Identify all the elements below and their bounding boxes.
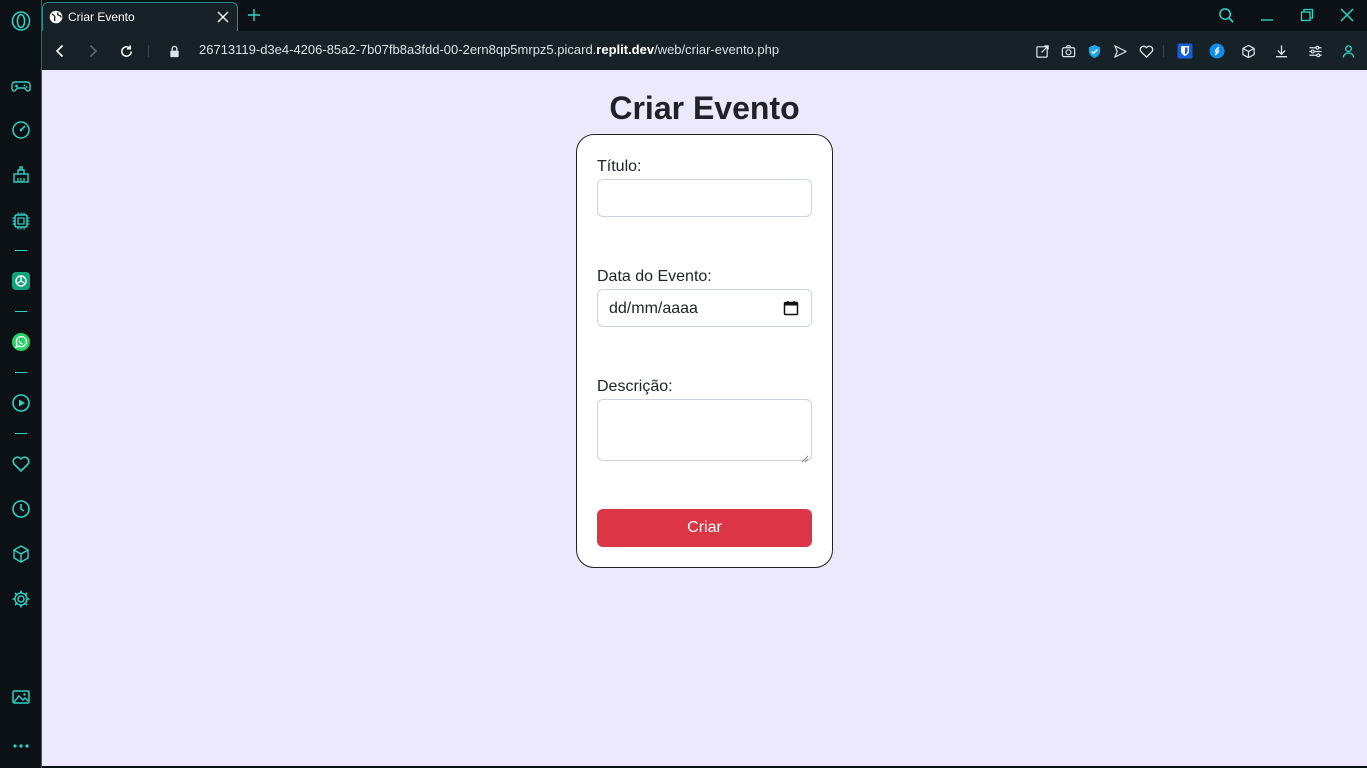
whatsapp-icon[interactable] bbox=[10, 331, 32, 353]
heart-icon[interactable] bbox=[10, 453, 32, 475]
calendar-icon[interactable] bbox=[783, 300, 799, 316]
sidebar-divider bbox=[15, 372, 27, 373]
shazam-icon[interactable] bbox=[1206, 40, 1228, 62]
tab-criar-evento[interactable]: Criar Evento bbox=[42, 2, 238, 31]
bookmark-heart-icon[interactable] bbox=[1135, 40, 1157, 62]
url-host: replit.dev bbox=[596, 42, 655, 57]
more-dots-icon[interactable] bbox=[10, 735, 32, 757]
browser-sidebar bbox=[0, 0, 42, 768]
history-clock-icon[interactable] bbox=[10, 498, 32, 520]
toolbar-divider bbox=[148, 45, 149, 57]
resize-handle-icon[interactable] bbox=[801, 450, 809, 463]
search-icon[interactable] bbox=[1214, 4, 1238, 26]
forward-arrow-icon[interactable] bbox=[82, 40, 104, 62]
settings-gear-icon[interactable] bbox=[10, 588, 32, 610]
close-tab-icon[interactable] bbox=[213, 7, 233, 27]
share-edit-icon[interactable] bbox=[1031, 40, 1053, 62]
reload-icon[interactable] bbox=[115, 40, 137, 62]
extensions-cube-icon[interactable] bbox=[1237, 40, 1259, 62]
tab-strip: Criar Evento bbox=[42, 0, 1367, 31]
tab-title: Criar Evento bbox=[68, 10, 135, 24]
back-arrow-icon[interactable] bbox=[49, 40, 71, 62]
player-icon[interactable] bbox=[10, 392, 32, 414]
image-gallery-icon[interactable] bbox=[10, 686, 32, 708]
lock-icon[interactable] bbox=[163, 40, 185, 62]
descricao-textarea[interactable] bbox=[597, 399, 812, 463]
close-window-icon[interactable] bbox=[1335, 4, 1359, 26]
chatgpt-icon[interactable] bbox=[10, 270, 32, 292]
profile-user-icon[interactable] bbox=[1337, 40, 1359, 62]
toolbar-divider bbox=[1163, 45, 1164, 57]
url-path: /web/criar-evento.php bbox=[654, 42, 780, 57]
download-icon[interactable] bbox=[1270, 40, 1292, 62]
criar-evento-form: Título: Data do Evento: dd/mm/aaaa Descr… bbox=[576, 134, 833, 568]
cube-extensions-icon[interactable] bbox=[10, 543, 32, 565]
address-bar: 26713119-d3e4-4206-85a2-7b07fb8a3fdd-00-… bbox=[42, 31, 1367, 70]
restore-window-icon[interactable] bbox=[1295, 4, 1319, 26]
minimize-icon[interactable] bbox=[1255, 4, 1279, 26]
criar-button[interactable]: Criar bbox=[597, 509, 812, 547]
globe-icon bbox=[49, 10, 63, 24]
speedometer-icon[interactable] bbox=[10, 119, 32, 141]
data-evento-input[interactable]: dd/mm/aaaa bbox=[597, 289, 812, 327]
page-viewport: Criar Evento Título: Data do Evento: dd/… bbox=[42, 70, 1367, 766]
sidebar-divider bbox=[15, 250, 27, 251]
data-evento-label: Data do Evento: bbox=[597, 268, 712, 285]
easy-setup-sliders-icon[interactable] bbox=[1304, 40, 1326, 62]
titulo-input[interactable] bbox=[597, 179, 812, 217]
sidebar-divider bbox=[15, 433, 27, 434]
date-placeholder: dd/mm/aaaa bbox=[609, 300, 698, 317]
url-field[interactable]: 26713119-d3e4-4206-85a2-7b07fb8a3fdd-00-… bbox=[199, 42, 779, 57]
new-tab-plus-icon[interactable] bbox=[244, 5, 264, 25]
shield-vpn-icon[interactable] bbox=[1083, 40, 1105, 62]
bitwarden-icon[interactable] bbox=[1174, 40, 1196, 62]
page-title: Criar Evento bbox=[609, 90, 800, 126]
broom-cleaner-icon[interactable] bbox=[10, 164, 32, 186]
descricao-label: Descrição: bbox=[597, 378, 673, 395]
camera-snapshot-icon[interactable] bbox=[1057, 40, 1079, 62]
send-icon[interactable] bbox=[1109, 40, 1131, 62]
chip-icon[interactable] bbox=[10, 210, 32, 232]
url-prefix: 26713119-d3e4-4206-85a2-7b07fb8a3fdd-00-… bbox=[199, 42, 597, 57]
opera-logo-icon[interactable] bbox=[10, 10, 32, 32]
titulo-label: Título: bbox=[597, 158, 642, 175]
gamepad-icon[interactable] bbox=[10, 75, 32, 97]
sidebar-divider bbox=[15, 311, 27, 312]
